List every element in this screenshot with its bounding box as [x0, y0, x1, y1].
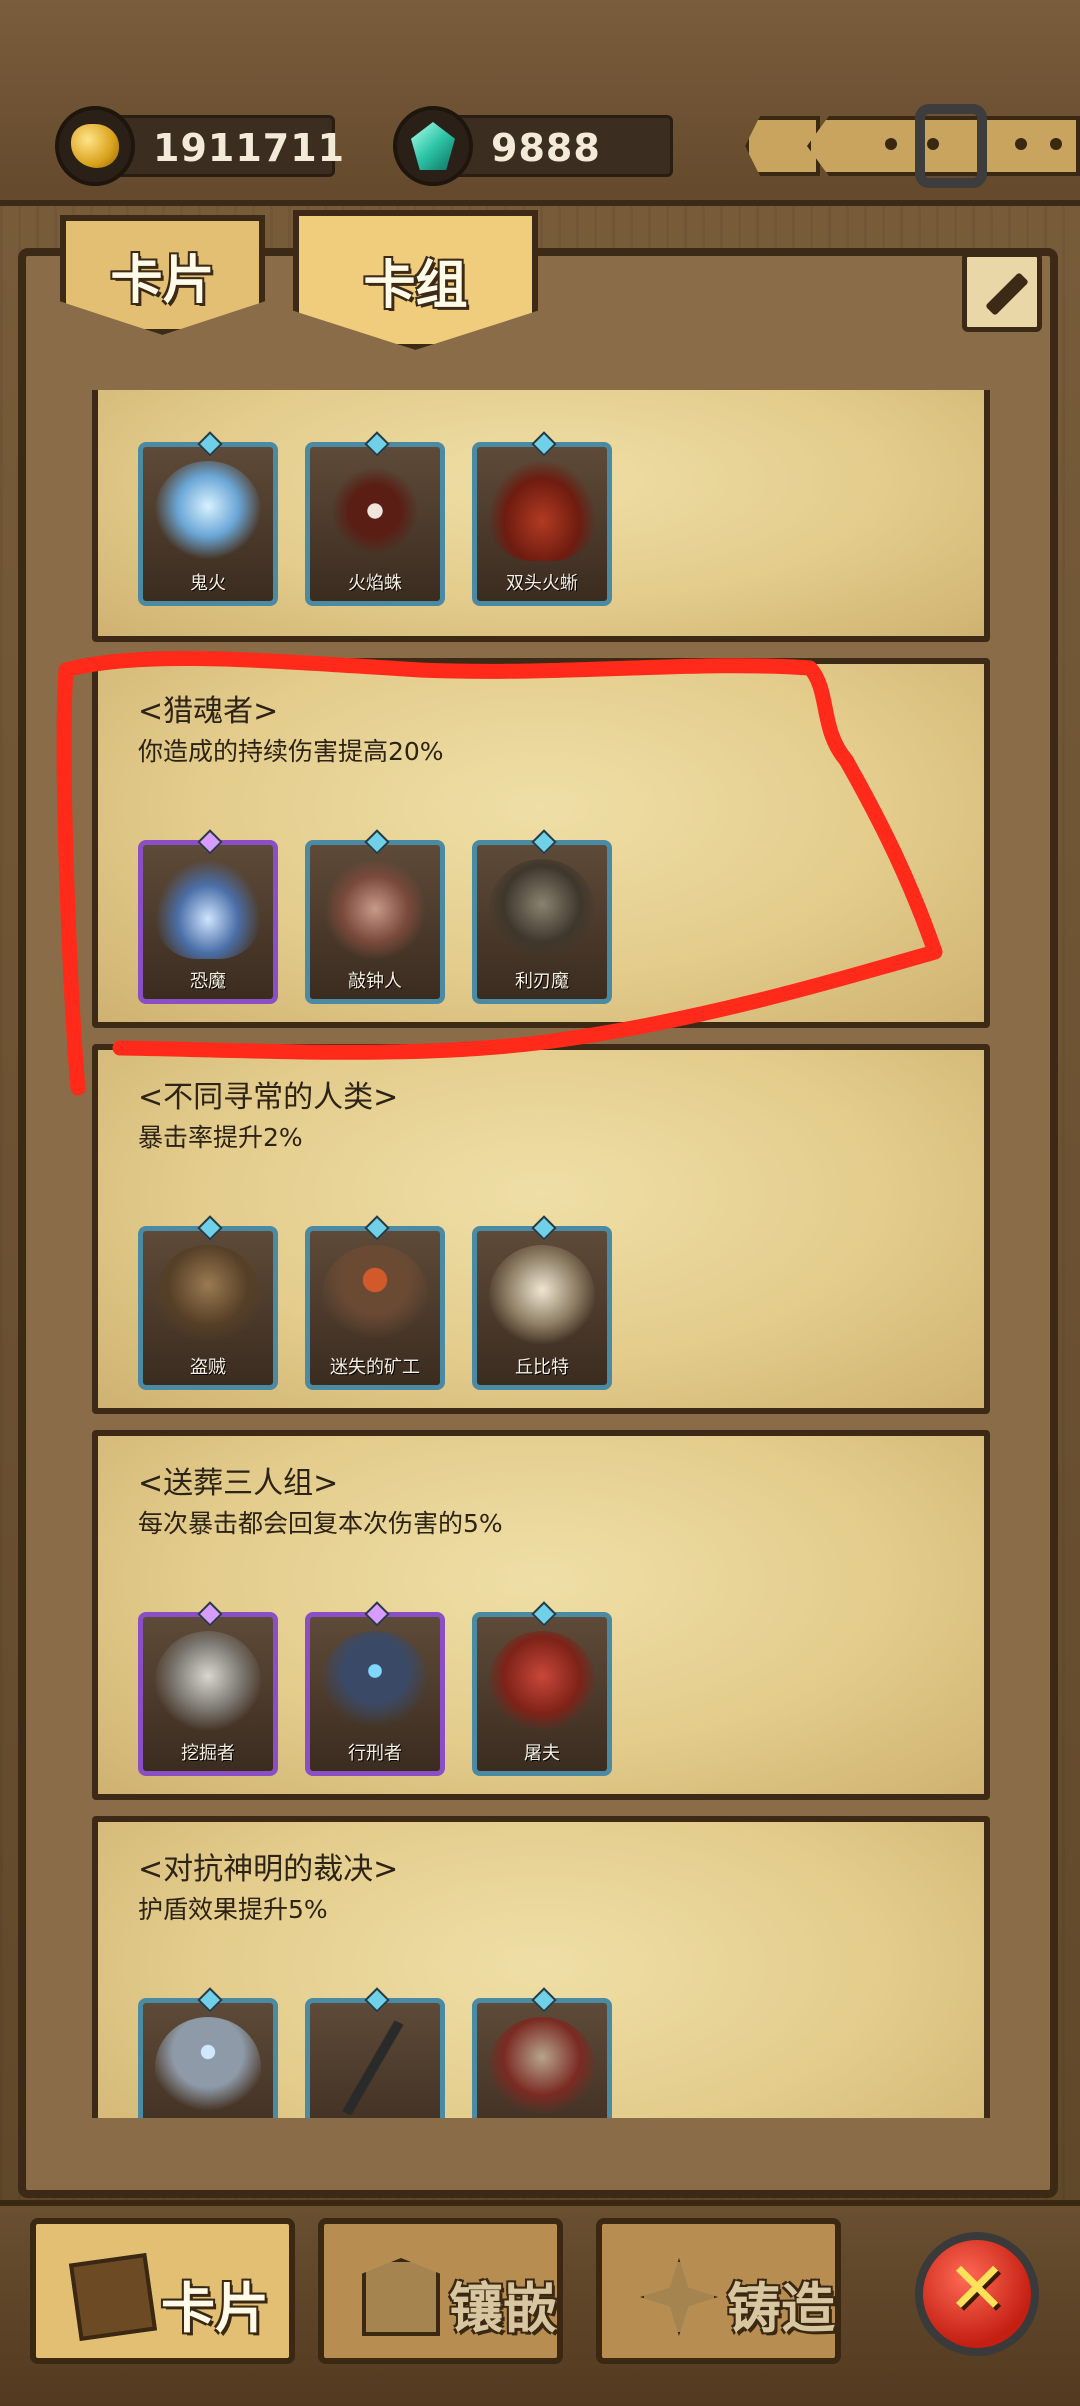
card-slot[interactable]: 利刃魔 [472, 829, 612, 1004]
card-slot[interactable]: 屠夫 [472, 1601, 612, 1776]
nav-cards-button[interactable]: 卡片 [30, 2218, 295, 2364]
horror-icon [155, 859, 261, 959]
gold-amount: 1911711 [153, 126, 346, 170]
edit-button[interactable] [962, 252, 1042, 332]
nav-forge-label: 铸造 [727, 2277, 835, 2340]
deck-name: <送葬三人组> [138, 1466, 339, 1501]
card-label: 行刑者 [348, 1743, 402, 1764]
nav-inlay-button[interactable]: 镶嵌 [318, 2218, 563, 2364]
deck-bonus: 每次暴击都会回复本次伤害的5% [138, 1509, 503, 1538]
digger-icon [155, 1631, 261, 1731]
deck-bonus: 护盾效果提升5% [138, 1895, 328, 1924]
nav-cards-label: 卡片 [161, 2277, 269, 2340]
card-label: 迷失的矿工 [330, 1357, 420, 1378]
tab-decks-label: 卡组 [363, 255, 468, 316]
salamander-icon [489, 461, 595, 561]
deck-name: <对抗神明的裁决> [138, 1852, 399, 1887]
gem-icon [393, 106, 473, 186]
card-slot[interactable]: 鬼火 [138, 431, 278, 606]
pencil-icon [985, 272, 1029, 316]
card-slot[interactable] [472, 1987, 612, 2118]
miner-icon [322, 1245, 428, 1345]
deck-item[interactable]: <不同寻常的人类> 暴击率提升2% 盗贼 迷失的矿工 丘比特 [92, 1044, 990, 1414]
deck-bonus: 暴击率提升2% [138, 1123, 303, 1152]
card-slot[interactable]: 火焰蛛 [305, 431, 445, 606]
card-label: 利刃魔 [515, 971, 569, 992]
card-slot[interactable]: 丘比特 [472, 1215, 612, 1390]
card-slot[interactable]: 盗贼 [138, 1215, 278, 1390]
card-label: 敲钟人 [348, 971, 402, 992]
card-slot[interactable]: 双头火蜥 [472, 431, 612, 606]
card-label: 火焰蛛 [348, 573, 402, 594]
gem-amount: 9888 [491, 126, 601, 170]
close-button[interactable]: ✕ [915, 2232, 1039, 2356]
card-slot[interactable]: 恐魔 [138, 829, 278, 1004]
close-icon: ✕ [946, 2246, 1008, 2330]
card-slot[interactable] [138, 1987, 278, 2118]
cupid-icon [489, 1245, 595, 1345]
thief-icon [155, 1245, 261, 1345]
card-label: 恐魔 [190, 971, 226, 992]
card-label: 双头火蜥 [506, 573, 578, 594]
card-icon [68, 2252, 158, 2342]
card-label: 挖掘者 [181, 1743, 235, 1764]
book-icon [362, 2258, 440, 2336]
gem-counter: 9888 [393, 106, 673, 186]
nav-inlay-label: 镶嵌 [449, 2277, 557, 2340]
deck-bonus: 你造成的持续伤害提高20% [138, 737, 444, 766]
deck-item[interactable]: <猎魂者> 你造成的持续伤害提高20% 恐魔 敲钟人 利刃魔 [92, 658, 990, 1028]
card-slot[interactable] [305, 1987, 445, 2118]
nav-forge-button[interactable]: 铸造 [596, 2218, 841, 2364]
spider-icon [322, 461, 428, 561]
card-label: 屠夫 [524, 1743, 560, 1764]
card-slot[interactable]: 敲钟人 [305, 829, 445, 1004]
belt-decoration [745, 104, 1080, 188]
card-slot[interactable]: 迷失的矿工 [305, 1215, 445, 1390]
deck-name: <猎魂者> [138, 694, 279, 729]
gold-counter: 1911711 [55, 106, 344, 186]
blade-demon-icon [489, 859, 595, 959]
warrior-icon [489, 2017, 595, 2117]
card-slot[interactable]: 挖掘者 [138, 1601, 278, 1776]
deck-name: <不同寻常的人类> [138, 1080, 399, 1115]
deck-item[interactable]: 鬼火 火焰蛛 双头火蜥 [92, 390, 990, 642]
sword-icon [322, 2017, 428, 2117]
knight-icon [155, 2017, 261, 2117]
tab-cards-label: 卡片 [110, 250, 215, 311]
bellringer-icon [322, 859, 428, 959]
butcher-icon [489, 1631, 595, 1731]
buckle-icon [915, 104, 987, 188]
deck-list[interactable]: 鬼火 火焰蛛 双头火蜥 <猎魂者> 你造成的持续伤害提高20% 恐魔 敲钟人 利… [92, 390, 990, 2118]
card-label: 盗贼 [190, 1357, 226, 1378]
deck-item[interactable]: <对抗神明的裁决> 护盾效果提升5% [92, 1816, 990, 2118]
card-label: 丘比特 [515, 1357, 569, 1378]
forge-icon [640, 2258, 718, 2336]
card-label: 鬼火 [190, 573, 226, 594]
executioner-icon [322, 1631, 428, 1731]
wisp-icon [155, 461, 261, 561]
top-bar: 1911711 9888 [0, 0, 1080, 206]
deck-item[interactable]: <送葬三人组> 每次暴击都会回复本次伤害的5% 挖掘者 行刑者 屠夫 [92, 1430, 990, 1800]
gold-icon [55, 106, 135, 186]
card-slot[interactable]: 行刑者 [305, 1601, 445, 1776]
